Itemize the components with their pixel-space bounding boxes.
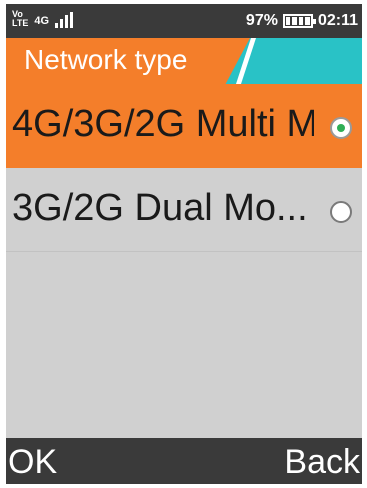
title-bar: Network type bbox=[6, 38, 362, 84]
battery-percent: 97% bbox=[245, 12, 278, 29]
phone-screen: Vo LTE 4G 97% 02:11 Network type 4G/3G/2 bbox=[6, 4, 362, 484]
volte-icon: Vo LTE bbox=[12, 10, 28, 28]
radio-selected-icon[interactable] bbox=[330, 117, 352, 139]
battery-icon bbox=[282, 14, 316, 28]
status-right: 97% 02:11 bbox=[246, 12, 358, 30]
signal-strength-icon bbox=[55, 12, 74, 28]
list-item-multi-mode[interactable]: 4G/3G/2G Multi M bbox=[6, 84, 362, 168]
clock: 02:11 bbox=[317, 12, 358, 29]
volte-bottom-text: LTE bbox=[12, 18, 29, 28]
radio-unselected-icon[interactable] bbox=[330, 201, 352, 223]
page-title: Network type bbox=[24, 44, 188, 75]
list-item-label: 3G/2G Dual Mo... bbox=[12, 187, 308, 229]
softkey-bar: OK Back bbox=[6, 438, 362, 484]
ok-softkey[interactable]: OK bbox=[8, 443, 57, 482]
network-type-indicator: 4G bbox=[34, 15, 50, 27]
list-item-dual-mode[interactable]: 3G/2G Dual Mo... bbox=[6, 168, 362, 252]
status-bar: Vo LTE 4G 97% 02:11 bbox=[6, 4, 362, 38]
status-left: Vo LTE 4G bbox=[12, 10, 74, 28]
back-softkey[interactable]: Back bbox=[284, 443, 360, 482]
list-item-label: 4G/3G/2G Multi M bbox=[12, 103, 314, 145]
network-type-list: 4G/3G/2G Multi M 3G/2G Dual Mo... bbox=[6, 84, 362, 252]
radio-dot bbox=[337, 124, 345, 132]
